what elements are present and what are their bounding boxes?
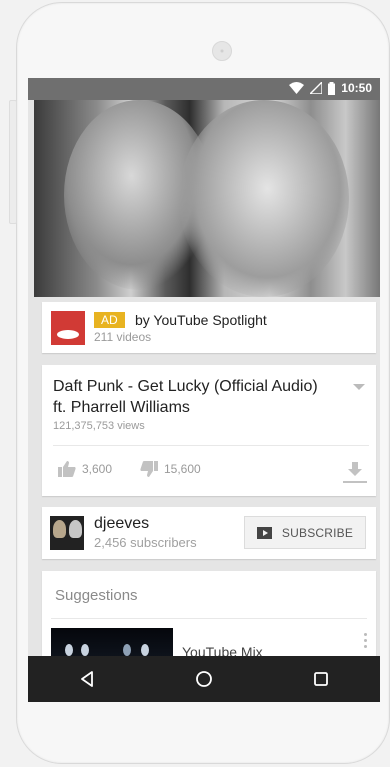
video-player[interactable] bbox=[34, 100, 380, 297]
back-icon bbox=[80, 671, 93, 687]
download-button[interactable] bbox=[342, 459, 368, 490]
download-icon bbox=[343, 462, 367, 483]
video-title: Daft Punk - Get Lucky (Official Audio) f… bbox=[53, 378, 318, 416]
expand-chevron-icon[interactable] bbox=[353, 384, 365, 390]
subscribe-button[interactable]: SUBSCRIBE bbox=[244, 516, 366, 549]
divider bbox=[53, 445, 369, 446]
like-icon bbox=[58, 461, 76, 477]
status-time: 10:50 bbox=[341, 81, 372, 95]
subscriber-count: 2,456 subscribers bbox=[94, 535, 197, 550]
phone-speaker bbox=[212, 41, 232, 61]
video-info-card: Daft Punk - Get Lucky (Official Audio) f… bbox=[42, 365, 376, 496]
ad-badge: AD bbox=[94, 312, 125, 328]
suggestions-heading: Suggestions bbox=[55, 587, 138, 604]
home-icon bbox=[196, 671, 212, 687]
wifi-icon bbox=[289, 82, 305, 94]
dislike-icon bbox=[140, 461, 158, 477]
recents-icon bbox=[314, 672, 329, 686]
more-options-icon[interactable] bbox=[364, 633, 368, 651]
subscribe-label: SUBSCRIBE bbox=[281, 525, 354, 540]
dislike-count: 15,600 bbox=[164, 462, 201, 476]
recents-button[interactable] bbox=[301, 659, 341, 699]
phone-screen: 10:50 AD by YouTube Spotlight 211 videos… bbox=[28, 78, 380, 702]
thumbnail-figure bbox=[123, 644, 131, 656]
channel-card: djeeves 2,456 subscribers SUBSCRIBE bbox=[42, 507, 376, 559]
thumbnail-figure bbox=[141, 644, 149, 656]
youtube-play-icon bbox=[256, 526, 272, 539]
like-button[interactable]: 3,600 bbox=[58, 461, 112, 477]
dislike-button[interactable]: 15,600 bbox=[140, 461, 201, 477]
navigation-bar bbox=[28, 656, 380, 702]
ad-card[interactable]: AD by YouTube Spotlight 211 videos bbox=[42, 302, 376, 353]
channel-avatar[interactable] bbox=[50, 516, 84, 550]
youtube-spotlight-logo bbox=[51, 311, 85, 345]
back-button[interactable] bbox=[67, 659, 107, 699]
divider bbox=[51, 618, 367, 619]
channel-name[interactable]: djeeves bbox=[94, 515, 149, 533]
thumbnail-figure bbox=[81, 644, 89, 656]
home-button[interactable] bbox=[184, 659, 224, 699]
signal-icon bbox=[310, 82, 323, 94]
battery-icon bbox=[328, 81, 336, 95]
phone-side-button bbox=[9, 100, 17, 224]
ad-channel-link[interactable]: by YouTube Spotlight bbox=[135, 312, 267, 328]
ad-video-count: 211 videos bbox=[94, 330, 152, 344]
video-thumbnail-face-right bbox=[179, 100, 349, 297]
view-count: 121,375,753 views bbox=[53, 420, 145, 432]
status-bar: 10:50 bbox=[28, 78, 380, 100]
like-count: 3,600 bbox=[82, 462, 113, 476]
thumbnail-figure bbox=[65, 644, 73, 656]
